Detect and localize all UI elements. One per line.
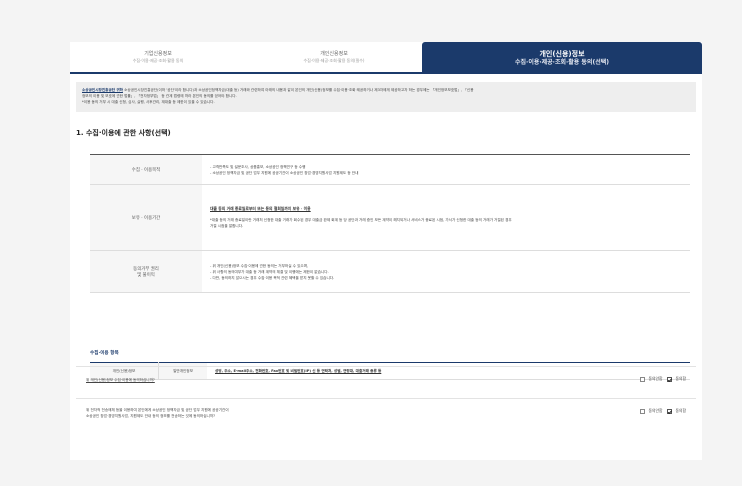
row-content: 대출 등의 거래 종료일로부터 또는 동의 철회일까지 보유 · 이용 *대출 … [202,184,690,251]
notice-text: 소상공인시장진흥공단(이하 '공단'이라 합니다)과 소상공인정책자금(대출 등… [122,88,474,92]
tab-personal-credit-optional[interactable]: 개인(신용)정보 수집·이용·제공·조회·활용 동의(선택) [422,42,702,74]
consent-question-text: 위 개인(신용)정보 수집·이용에 동의하십니까? [86,378,155,382]
row-content: - 위 개인(신용)정보 수집·이용에 관한 동의는 거부하실 수 있으며, -… [202,250,690,293]
page: 기업신용정보 수집·이용·제공·조회·활용 동의 개인신용정보 수집·이용·제공… [0,0,742,486]
row-head: 동의거부 권리 및 불이익 [90,250,202,293]
agree-label: 동의함 [675,376,686,381]
disagree-checkbox[interactable] [639,376,645,382]
row-line: - 다만, 동의하지 않으시는 경우 수집·이용 목적 관련 혜택을 받지 못할… [210,275,335,280]
tab-title: 개인신용정보 [320,50,348,57]
consent-question: 위 전자적 전송매체 등을 이용하여 본인에게 소상공인 정책자금 및 공단 업… [86,407,229,419]
agree-checkbox[interactable] [666,408,672,414]
tab-personal-credit-required[interactable]: 개인신용정보 수집·이용·제공·조회·활용 동의(필수) [246,42,422,74]
consent-question-text-2: 소상공인 창업·경영지원사업, 지원제도 안내 등의 정보를 전송하는 것에 동… [86,414,216,418]
row-content: - 고객만족도 및 설문조사, 상품홍보, 소상공인 정책연구 등 수행 - 소… [202,154,690,185]
row-head: 수집 · 이용목적 [90,154,202,185]
table-row: 보유 · 이용기간 대출 등의 거래 종료일로부터 또는 동의 철회일까지 보유… [90,184,690,251]
tab-subtitle: 수집·이용·제공·조회·활용 동의(선택) [515,58,609,66]
retention-period-text: 대출 등의 거래 종료일로부터 또는 동의 철회일까지 보유 · 이용 [210,206,311,211]
table-row: 수집 · 이용목적 - 고객만족도 및 설문조사, 상품홍보, 소상공인 정책연… [90,154,690,185]
items-title: 수집·이용 항목 [90,351,119,356]
agree-label: 동의함 [675,408,686,413]
tab-subtitle: 수집·이용·제공·조회·활용 동의(필수) [303,57,365,63]
agree-checkbox[interactable] [666,376,672,382]
disagree-label: 동의안함 [648,376,663,381]
notice-box: 소상공인시장진흥공단 귀하 소상공인시장진흥공단(이하 '공단'이라 합니다)과… [76,82,696,112]
row-line: - 소상공인 정책자금 및 공단 업무 지원에 공공기관이 소상공인 창업·경영… [210,170,359,175]
disagree-checkbox[interactable] [639,408,645,414]
consent-options: 동의안함 동의함 [639,408,686,414]
consent-tabs: 기업신용정보 수집·이용·제공·조회·활용 동의 개인신용정보 수집·이용·제공… [70,42,702,74]
disagree-label: 동의안함 [648,408,663,413]
notice-lead: 소상공인시장진흥공단 귀하 [82,88,123,92]
table-row: 동의거부 권리 및 불이익 - 위 개인(신용)정보 수집·이용에 관한 동의는… [90,250,690,293]
tab-corporate-credit-info[interactable]: 기업신용정보 수집·이용·제공·조회·활용 동의 [70,42,246,74]
consent-form: 기업신용정보 수집·이용·제공·조회·활용 동의 개인신용정보 수집·이용·제공… [70,42,702,460]
notice-text-3: *이용 동의 거부 시 대출 신청, 심사, 실행, 사후관리, 재대출 등 제… [82,100,215,104]
row-head: 보유 · 이용기간 [90,184,202,251]
tab-subtitle: 수집·이용·제공·조회·활용 동의 [132,57,184,63]
consent-question: 위 개인(신용)정보 수집·이용에 동의하십니까? [86,377,155,383]
section-title: 1. 수집·이용에 관한 사항(선택) [76,129,171,137]
tab-title: 개인(신용)정보 [539,49,585,58]
consent-detail-table: 수집 · 이용목적 - 고객만족도 및 설문조사, 상품홍보, 소상공인 정책연… [90,154,690,293]
consent-options: 동의안함 동의함 [639,376,686,382]
consent-row-2: 위 전자적 전송매체 등을 이용하여 본인에게 소상공인 정책자금 및 공단 업… [76,398,696,430]
tab-title: 기업신용정보 [144,50,172,57]
consent-row-1: 위 개인(신용)정보 수집·이용에 동의하십니까? 동의안함 동의함 [76,366,696,392]
row-line: 거절 시점을 말합니다. [210,224,244,228]
